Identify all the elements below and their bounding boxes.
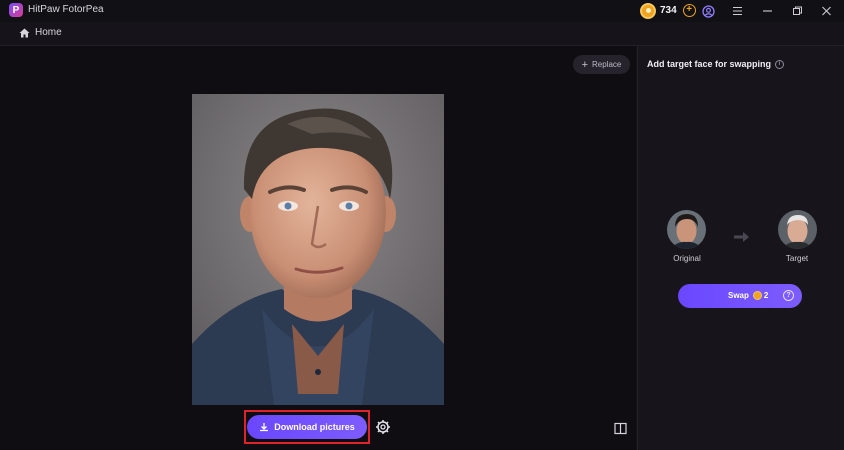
replace-label: Replace	[592, 60, 622, 69]
compare-view-icon[interactable]	[614, 422, 627, 435]
replace-button[interactable]: + Replace	[573, 55, 630, 74]
app-title: HitPaw FotorPea	[28, 4, 104, 15]
title-bar: P HitPaw FotorPea 734 +	[0, 0, 844, 22]
help-icon[interactable]: ?	[783, 290, 794, 301]
app-logo-icon: P	[9, 3, 23, 17]
home-icon	[19, 28, 30, 37]
download-label: Download pictures	[274, 422, 355, 432]
swap-cost: 2	[763, 291, 769, 300]
menu-icon[interactable]	[729, 3, 745, 19]
swap-button[interactable]: Swap 2 ?	[678, 284, 802, 308]
result-photo	[192, 94, 444, 405]
nav-bar: Home	[0, 22, 844, 46]
panel-title: Add target face for swapping i	[647, 59, 785, 69]
original-label: Original	[673, 254, 701, 263]
target-face-thumbnail[interactable]	[778, 210, 817, 249]
minimize-icon[interactable]	[759, 3, 775, 19]
swap-label: Swap	[728, 291, 749, 300]
add-coins-button[interactable]: +	[682, 4, 696, 17]
coin-icon	[640, 2, 656, 19]
coin-balance[interactable]: 734 +	[640, 2, 696, 19]
face-swap-panel	[637, 46, 844, 450]
panel-title-text: Add target face for swapping	[647, 59, 772, 69]
coin-icon	[752, 291, 762, 300]
account-icon[interactable]	[700, 3, 716, 19]
close-icon[interactable]	[818, 3, 834, 19]
settings-gear-icon[interactable]	[375, 419, 391, 435]
info-icon[interactable]: i	[775, 59, 785, 69]
download-button[interactable]: Download pictures	[247, 415, 367, 439]
original-face-thumbnail[interactable]	[667, 210, 706, 249]
download-icon	[260, 423, 269, 432]
home-label: Home	[35, 27, 62, 38]
restore-icon[interactable]	[789, 3, 805, 19]
coin-count: 734	[660, 5, 677, 16]
target-label: Target	[785, 254, 809, 263]
arrow-right-icon	[733, 230, 751, 244]
home-link[interactable]: Home	[19, 27, 62, 38]
plus-icon: +	[581, 58, 589, 71]
